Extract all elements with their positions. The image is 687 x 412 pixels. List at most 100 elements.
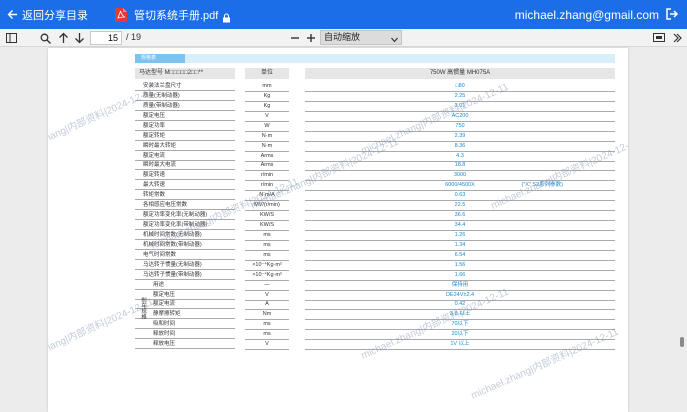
spec-unit: N·m (245, 132, 289, 142)
spec-unit: ×10⁻⁴Kg·m² (245, 271, 289, 281)
spec-unit: — (245, 281, 289, 291)
spec-unit: V (245, 291, 289, 301)
row-divider (135, 328, 235, 330)
app-header: 返回分享目录 管切系统手册.pdf michael.zhang@gmail.co… (0, 0, 687, 29)
spec-value: 1.56 (305, 261, 615, 271)
spec-value: 1.26 (305, 231, 615, 241)
spec-value: DE24V±2.4 (305, 291, 615, 301)
spec-row: 额定电压 V DE24V±2.4 (135, 291, 615, 301)
spec-value: 36.6 (305, 211, 615, 222)
spec-row: 瞬时最大电流 Arms 18.8 (135, 161, 615, 172)
spec-value: 保持用 (305, 281, 615, 291)
back-to-share-button[interactable]: 返回分享目录 (6, 7, 88, 23)
spec-row: 质量(无制动器) Kg 2.25 (135, 92, 615, 102)
spec-unit: ms (245, 241, 289, 251)
spec-row: 各相感应电压常数 MV/(r/min) 22.5 (135, 201, 615, 212)
spec-unit: N·m (245, 142, 289, 152)
spec-row: 质量(带制动器) Kg 3.01 (135, 102, 615, 112)
spec-value: 8.36 (305, 142, 615, 152)
previous-page-icon[interactable] (56, 31, 70, 45)
spec-row: 额定功率 W 750 (135, 122, 615, 132)
lock-icon (222, 10, 231, 22)
spec-value: 70以下 (305, 320, 615, 331)
spec-row: 机械时间常数(带制动器) ms 1.34 (135, 241, 615, 251)
spec-unit: A (245, 300, 289, 311)
row-divider (135, 159, 235, 161)
row-divider (135, 288, 235, 290)
zoom-select[interactable]: 自动缩放 (320, 30, 402, 45)
unit-column-header: 单位 (245, 68, 289, 79)
page-number-input[interactable] (90, 31, 122, 45)
pdf-file-icon (114, 7, 128, 23)
spec-unit: V (245, 112, 289, 122)
section-tag: 规格表 (135, 54, 185, 63)
row-divider (135, 318, 235, 320)
zoom-out-icon[interactable] (288, 31, 302, 45)
spec-row: 电气时间常数 ms 6.54 (135, 251, 615, 261)
spec-unit: ms (245, 231, 289, 241)
row-divider (135, 129, 235, 131)
spec-unit: mm (245, 82, 289, 92)
section-tag-bar: 规格表 (135, 54, 615, 63)
presentation-icon[interactable] (652, 31, 666, 45)
spec-value: 6.54 (305, 251, 615, 261)
row-divider (135, 99, 235, 101)
spec-row: 马达转子惯量(带制动器) ×10⁻⁴Kg·m² 1.66 (135, 271, 615, 281)
row-divider (135, 199, 235, 201)
pdf-toolbar: / 19 自动缩放 (0, 29, 687, 47)
pdf-viewer[interactable]: 规格表 马达型号 M□□□□□2□□** 单位 750W 高惯量 MH075A … (0, 47, 687, 412)
spec-unit: ×10⁻⁴Kg·m² (245, 261, 289, 271)
row-divider (135, 258, 235, 260)
spec-row: 吸和时间 ms 70以下 (135, 320, 615, 331)
spec-row: 额定电流 A 0.42 (135, 300, 615, 311)
back-label: 返回分享目录 (22, 9, 88, 22)
spec-unit: W (245, 122, 289, 132)
spec-value: 2.39 (305, 132, 615, 142)
spec-unit: KW/S (245, 221, 289, 232)
spec-row: 机械时间常数(无制动器) ms 1.26 (135, 231, 615, 241)
logout-icon[interactable] (665, 7, 679, 21)
spec-row: 转矩常数 N·m/A 0.63 (135, 191, 615, 202)
spec-unit: Nm (245, 310, 289, 321)
spec-row: 静摩擦转矩 Nm 3.8 以上 (135, 310, 615, 321)
file-title: 管切系统手册.pdf (134, 9, 219, 22)
row-divider (135, 348, 235, 350)
spec-row: 用途 — 保持用 (135, 281, 615, 291)
spec-unit: KW/S (245, 211, 289, 222)
value-column-header: 750W 高惯量 MH075A (305, 68, 615, 79)
row-divider (135, 119, 235, 121)
spec-value: 34.4 (305, 221, 615, 232)
spec-row: 释放时间 ms 20以下 (135, 330, 615, 341)
search-icon[interactable] (38, 31, 52, 45)
row-divider (135, 109, 235, 111)
zoom-value: 自动缩放 (324, 32, 361, 42)
more-tools-icon[interactable] (670, 31, 684, 45)
spec-value: 1.34 (305, 241, 615, 251)
spec-value: 750 (305, 122, 615, 132)
spec-unit: V (245, 340, 289, 351)
scrollbar-thumb[interactable] (680, 337, 684, 347)
row-divider (135, 248, 235, 250)
spec-value: 6000/4500X ("X" S2系列参数) (305, 181, 615, 192)
model-column-header: 马达型号 M□□□□□2□□** (135, 68, 235, 79)
pdf-page: 规格表 马达型号 M□□□□□2□□** 单位 750W 高惯量 MH075A … (48, 48, 628, 412)
spec-row: 额定电压 V AC200 (135, 112, 615, 122)
spec-unit: Arms (245, 152, 289, 162)
spec-unit: Kg (245, 92, 289, 102)
spec-value: □80 (305, 82, 615, 92)
row-divider (135, 169, 235, 171)
spec-row: 马达转子惯量(无制动器) ×10⁻⁴Kg·m² 1.56 (135, 261, 615, 271)
sidebar-toggle-icon[interactable] (4, 31, 18, 45)
arrow-left-icon (6, 9, 18, 21)
user-email: michael.zhang@gmail.com (514, 7, 659, 22)
spec-row: 安装法兰盘尺寸 mm □80 (135, 82, 615, 92)
spec-unit: ms (245, 320, 289, 331)
zoom-in-icon[interactable] (304, 31, 318, 45)
spec-unit: ms (245, 251, 289, 261)
row-divider (135, 149, 235, 151)
spec-value: 1.66 (305, 271, 615, 281)
chevron-down-icon (391, 34, 398, 47)
spec-unit: Arms (245, 161, 289, 172)
next-page-icon[interactable] (72, 31, 86, 45)
scrollbar[interactable] (679, 47, 685, 412)
